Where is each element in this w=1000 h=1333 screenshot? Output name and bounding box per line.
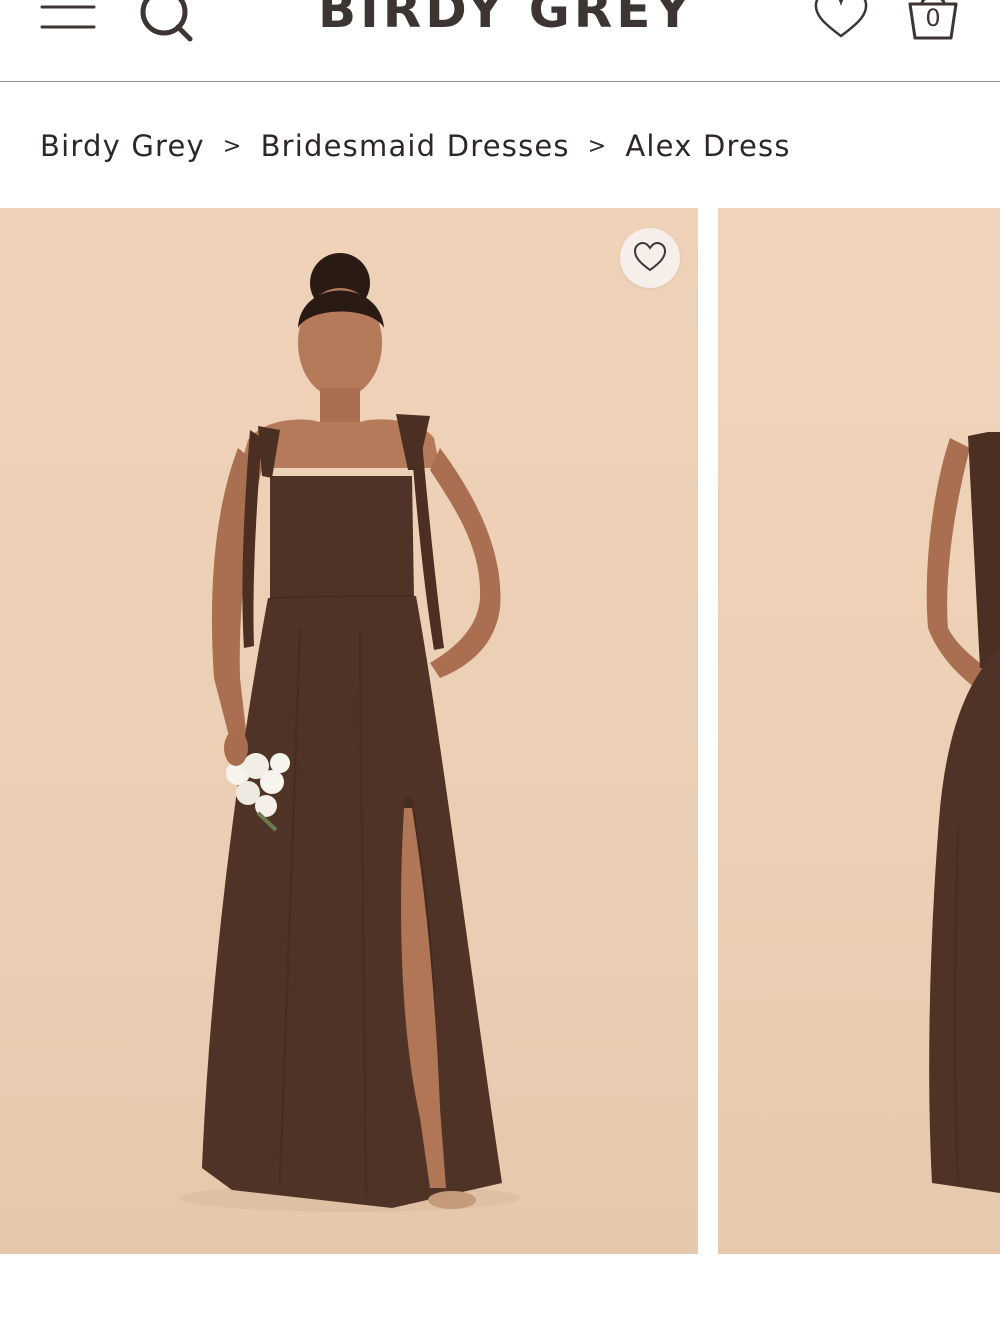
wishlist-heart-icon[interactable] — [812, 0, 870, 42]
breadcrumb: Birdy Grey > Bridesmaid Dresses > Alex D… — [40, 124, 791, 168]
breadcrumb-home-link[interactable]: Birdy Grey — [40, 129, 205, 163]
cart-button[interactable]: 0 — [902, 0, 964, 46]
product-details-section — [0, 1254, 1000, 1333]
hamburger-menu-icon[interactable] — [40, 0, 98, 40]
product-image-main[interactable] — [0, 208, 698, 1254]
cart-count-badge: 0 — [925, 4, 941, 32]
breadcrumb-separator: > — [222, 133, 243, 159]
breadcrumb-separator: > — [587, 133, 608, 159]
site-header: BIRDY GREY 0 — [0, 0, 1000, 82]
product-image-gallery[interactable] — [0, 208, 1000, 1254]
favorite-button[interactable] — [620, 228, 680, 288]
heart-outline-icon — [633, 242, 667, 272]
brand-logo[interactable]: BIRDY GREY — [318, 0, 691, 40]
model-dress-illustration — [180, 253, 520, 1212]
breadcrumb-current-page: Alex Dress — [625, 129, 791, 163]
search-icon[interactable] — [136, 0, 196, 42]
model-dress-illustration-partial — [926, 432, 1000, 1193]
product-image-next[interactable] — [718, 208, 1000, 1254]
breadcrumb-category-link[interactable]: Bridesmaid Dresses — [261, 129, 570, 163]
